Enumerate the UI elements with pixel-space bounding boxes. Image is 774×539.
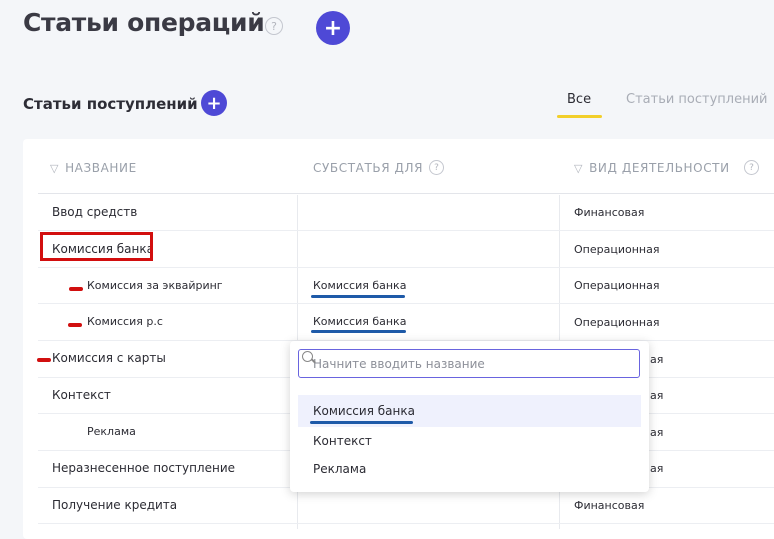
section-title: Статьи поступлений: [23, 95, 198, 113]
table-row-activity[interactable]: Финансовая: [574, 499, 644, 512]
row-divider: [38, 303, 774, 304]
table-row-activity[interactable]: Операционная: [574, 279, 659, 292]
column-header-parent-label: СУБСТАТЬЯ ДЛЯ: [313, 161, 424, 175]
highlight-box: [40, 232, 153, 261]
table-row-name[interactable]: Реклама: [87, 425, 136, 438]
annotation-mark: [68, 323, 82, 327]
table-row-name[interactable]: Неразнесенное поступление: [52, 461, 235, 475]
row-divider: [38, 267, 774, 268]
table-row-name[interactable]: Комиссия за эквайринг: [87, 279, 223, 292]
filter-icon[interactable]: ▽: [50, 162, 59, 175]
parent-item-link[interactable]: Комиссия банка: [313, 279, 406, 292]
table-row-name[interactable]: Комиссия с карты: [52, 351, 166, 365]
column-header-name-label: НАЗВАНИЕ: [65, 161, 137, 175]
table-row-activity[interactable]: ая: [650, 426, 663, 439]
table-row-activity[interactable]: ая: [650, 389, 663, 402]
search-icon: [302, 351, 313, 362]
dropdown-option[interactable]: Реклама: [298, 453, 641, 485]
tab-income-items[interactable]: Статьи поступлений: [626, 92, 768, 107]
help-icon[interactable]: ?: [429, 160, 444, 175]
annotation-underline: [311, 295, 405, 298]
table-row-activity[interactable]: Операционная: [574, 243, 659, 256]
annotation-underline: [310, 421, 413, 424]
table-row-activity[interactable]: Операционная: [574, 316, 659, 329]
row-divider: [38, 523, 774, 524]
annotation-mark: [37, 358, 51, 362]
active-tab-indicator: [557, 115, 602, 118]
header-divider: [38, 193, 774, 194]
table-row-activity[interactable]: ая: [650, 462, 663, 475]
annotation-underline: [311, 330, 406, 333]
table-row-activity[interactable]: ая: [650, 353, 663, 366]
tab-all[interactable]: Все: [567, 92, 591, 107]
help-icon[interactable]: ?: [265, 17, 283, 35]
column-header-activity[interactable]: ▽ ВИД ДЕЯТЕЛЬНОСТИ: [574, 161, 730, 175]
annotation-mark: [69, 287, 83, 291]
column-header-parent[interactable]: СУБСТАТЬЯ ДЛЯ: [313, 161, 423, 175]
row-divider: [38, 230, 774, 231]
page-title: Статьи операций: [23, 8, 265, 37]
table-row-name[interactable]: Комиссия р.с: [87, 315, 163, 328]
column-header-name[interactable]: ▽ НАЗВАНИЕ: [50, 161, 137, 175]
table-row-name[interactable]: Ввод средств: [52, 205, 137, 219]
parent-item-link[interactable]: Комиссия банка: [313, 315, 406, 328]
parent-select-dropdown: Комиссия банка Контекст Реклама: [290, 341, 649, 492]
table-row-activity[interactable]: Финансовая: [574, 206, 644, 219]
add-operation-button[interactable]: +: [316, 11, 350, 45]
add-income-item-button[interactable]: +: [201, 90, 227, 116]
help-icon[interactable]: ?: [744, 160, 759, 175]
table-row-name[interactable]: Получение кредита: [52, 498, 177, 512]
table-row-name[interactable]: Контекст: [52, 388, 111, 402]
filter-icon[interactable]: ▽: [574, 162, 583, 175]
search-input[interactable]: [298, 349, 640, 378]
column-header-activity-label: ВИД ДЕЯТЕЛЬНОСТИ: [589, 161, 730, 175]
